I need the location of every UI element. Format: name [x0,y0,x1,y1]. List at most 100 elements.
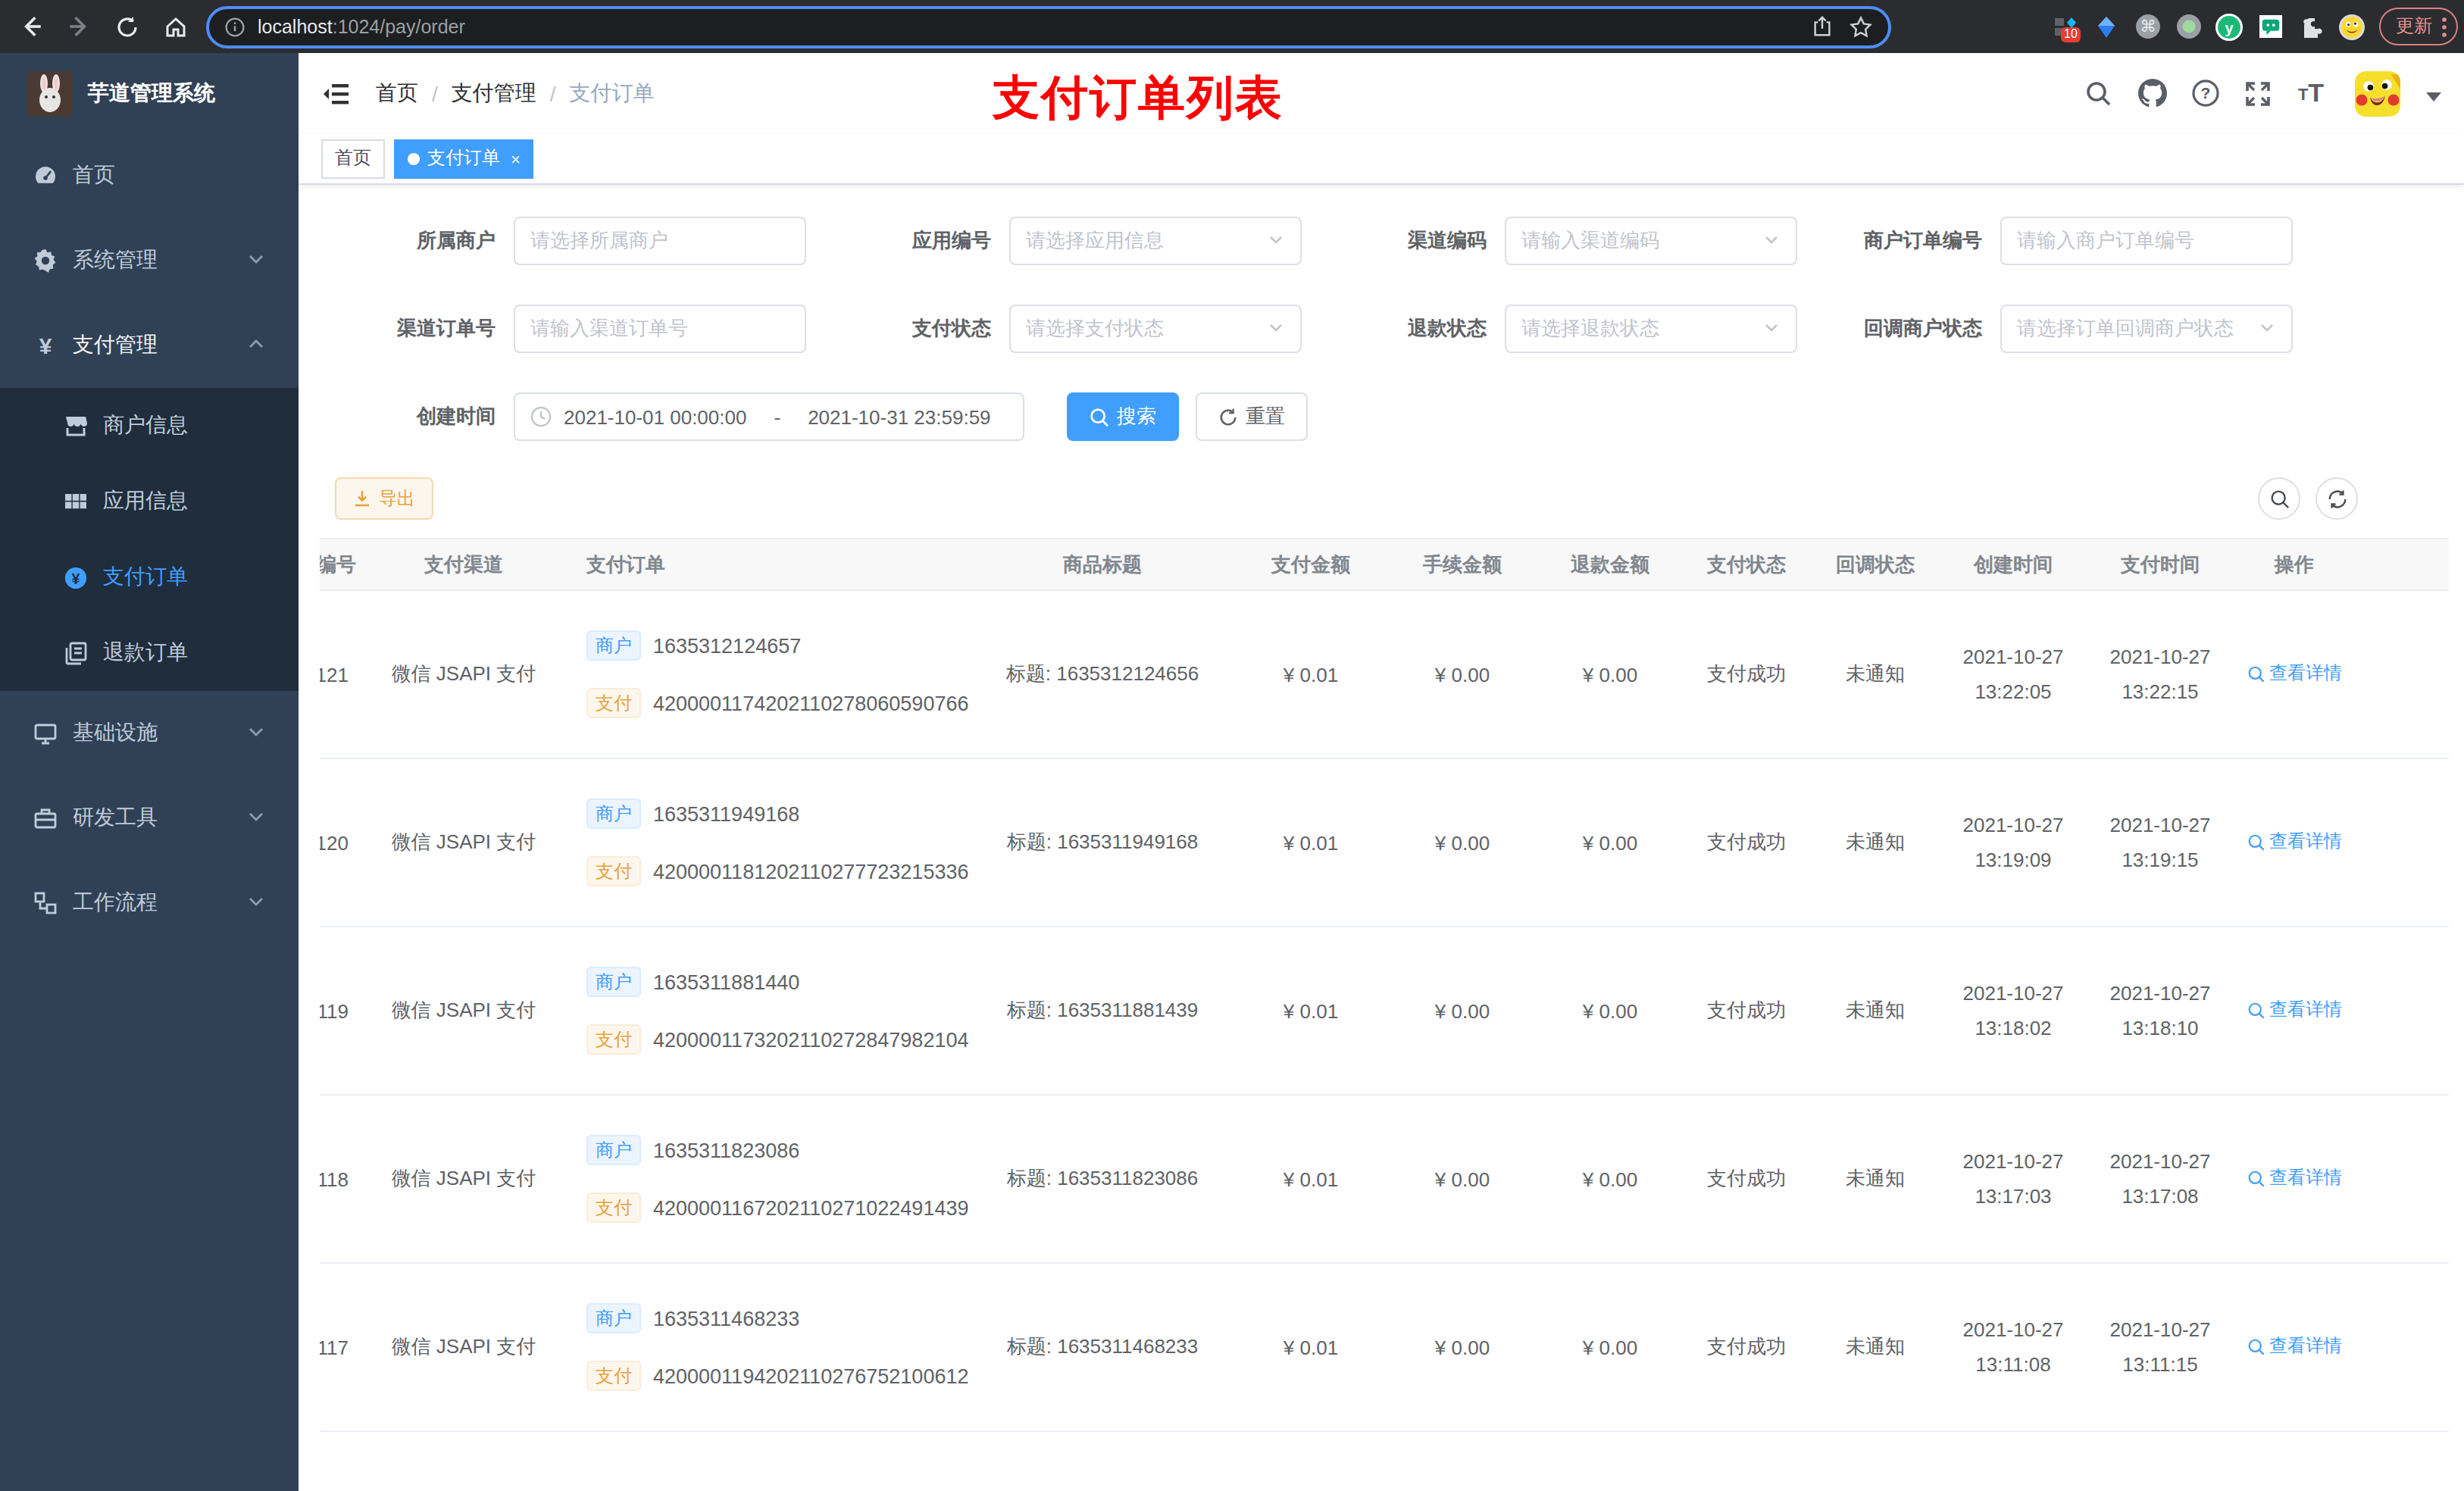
view-detail-link[interactable]: 查看详情 [2247,1166,2342,1192]
browser-back-icon[interactable] [9,5,52,48]
help-icon[interactable]: ? [2190,78,2220,108]
chevron-down-icon [247,248,265,273]
sidebar-item-9[interactable]: 工作流程 [0,861,299,946]
sidebar-item-4[interactable]: 应用信息 [0,464,299,539]
cell-channel: 微信 JSAPI 支付 [359,661,568,688]
col-header-2: 支付订单 [568,551,970,578]
cell-order-no: 商户1635311881440 支付4200001173202110272847… [568,967,970,1055]
chevron-down-icon [247,721,265,746]
breadcrumb-pay[interactable]: 支付管理 [452,80,536,107]
extension-grid-icon[interactable]: 10 [2052,13,2079,40]
cell-fee: ¥ 0.00 [1387,1336,1538,1358]
filter-select-1-2[interactable]: 请选择退款状态 [1505,305,1797,353]
export-button[interactable]: 导出 [335,477,433,520]
extensions-puzzle-icon[interactable] [2297,13,2325,40]
browser-update-button[interactable]: 更新 [2379,8,2458,45]
cell-amount: ¥ 0.01 [1235,1336,1387,1358]
tab-1[interactable]: 支付订单× [394,139,534,178]
svg-text:?: ? [2200,84,2210,102]
chevron-down-icon [247,806,265,830]
sidebar-item-5[interactable]: ¥支付订单 [0,539,299,615]
fullscreen-icon[interactable] [2243,78,2273,108]
app-logo[interactable]: 芋道管理系统 [0,53,299,133]
cell-id: 117 [320,1336,359,1358]
extension-y-icon[interactable]: y [2215,13,2243,40]
cell-title: 标题: 1635311823086 [970,1165,1235,1192]
font-size-icon[interactable]: TT [2296,78,2326,108]
filter-select-1-1[interactable]: 请选择支付状态 [1009,305,1302,353]
cell-channel: 微信 JSAPI 支付 [359,1165,568,1192]
extension-dot-icon[interactable] [2175,13,2202,40]
browser-menu-icon[interactable] [2441,16,2447,37]
sidebar-toggle-icon[interactable] [321,78,352,108]
sidebar-item-6[interactable]: 退款订单 [0,615,299,691]
cell-status: 支付成功 [1682,1333,1811,1361]
browser-home-icon[interactable] [155,5,197,48]
view-detail-link[interactable]: 查看详情 [2247,661,2342,687]
filter-input-0-3[interactable]: 请输入商户订单编号 [2000,217,2293,265]
filter-select-0-2[interactable]: 请输入渠道编码 [1505,217,1797,265]
monitor-icon [33,721,58,746]
browser-forward-icon[interactable] [58,5,100,48]
sidebar-item-8[interactable]: 研发工具 [0,776,299,861]
breadcrumb-home[interactable]: 首页 [376,80,418,107]
cell-refund: ¥ 0.00 [1538,1167,1682,1190]
sidebar-item-0[interactable]: 首页 [0,133,299,218]
cell-action: 查看详情 [2234,1166,2355,1192]
merchant-tag: 商户 [586,1135,641,1165]
cell-id: 119 [320,999,359,1022]
bookmark-star-icon[interactable] [1849,14,1873,39]
svg-text:⌘: ⌘ [2139,17,2155,36]
site-info-icon[interactable] [224,16,245,37]
refresh-icon[interactable] [2315,477,2358,520]
sidebar-item-1[interactable]: 系统管理 [0,218,299,303]
gear-icon [33,248,58,273]
toggle-search-icon[interactable] [2258,477,2300,520]
extension-kite-icon[interactable] [2093,13,2120,40]
filter-select-1-3[interactable]: 请选择订单回调商户状态 [2000,305,2293,353]
view-detail-link[interactable]: 查看详情 [2247,998,2342,1024]
share-icon[interactable] [1811,15,1834,38]
date-start[interactable]: 2021-10-01 00:00:00 [564,405,746,428]
github-icon[interactable] [2137,78,2167,108]
cell-pay-time: 2021-10-2713:18:10 [2087,976,2234,1046]
tab-active-dot [408,152,420,164]
cell-refund: ¥ 0.00 [1538,999,1682,1022]
tab-close-icon[interactable]: × [511,149,521,167]
browser-reload-icon[interactable] [106,5,149,48]
date-range-picker[interactable]: 2021-10-01 00:00:00 - 2021-10-31 23:59:5… [514,392,1024,441]
cell-create-time: 2021-10-2713:18:02 [1940,976,2087,1046]
user-avatar[interactable] [2355,70,2400,116]
view-detail-link[interactable]: 查看详情 [2247,830,2342,855]
profile-avatar-emoji[interactable] [2338,13,2366,40]
cell-fee: ¥ 0.00 [1387,1167,1538,1190]
search-button-icon [1090,407,1109,427]
sidebar-item-3[interactable]: 商户信息 [0,388,299,464]
table-row-3: 118 微信 JSAPI 支付 商户1635311823086 支付420000… [320,1096,2449,1264]
reset-button[interactable]: 重置 [1196,392,1308,441]
merchant-tag: 商户 [586,799,641,829]
filter-form: 所属商户请选择所属商户应用编号请选择应用信息渠道编码请输入渠道编码商户订单编号请… [299,185,2464,353]
search-icon[interactable] [2084,78,2114,108]
extension-command-icon[interactable]: ⌘ [2134,13,2161,40]
search-button[interactable]: 搜索 [1067,392,1179,441]
sidebar-item-2[interactable]: ¥支付管理 [0,303,299,388]
tab-0[interactable]: 首页 [321,139,385,178]
filter-input-1-0[interactable]: 请输入渠道订单号 [514,305,806,353]
yen-circle-icon: ¥ [64,565,88,589]
view-detail-link[interactable]: 查看详情 [2247,1334,2342,1360]
filter-input-0-0[interactable]: 请选择所属商户 [514,217,806,265]
address-bar[interactable]: localhost:1024/pay/order [206,5,1891,48]
cell-pay-time: 2021-10-2713:11:15 [2087,1312,2234,1382]
avatar-caret-icon[interactable] [2426,80,2441,107]
chevron-down-icon [1762,317,1781,340]
filter-select-0-1[interactable]: 请选择应用信息 [1009,217,1302,265]
cell-refund: ¥ 0.00 [1538,831,1682,854]
col-header-6: 退款金额 [1538,551,1682,578]
sidebar-item-7[interactable]: 基础设施 [0,691,299,776]
pay-tag: 支付 [586,856,641,886]
extension-chat-icon[interactable] [2256,13,2284,40]
cell-status: 支付成功 [1682,661,1811,688]
pay-tag: 支付 [586,688,641,718]
date-end[interactable]: 2021-10-31 23:59:59 [808,405,990,428]
